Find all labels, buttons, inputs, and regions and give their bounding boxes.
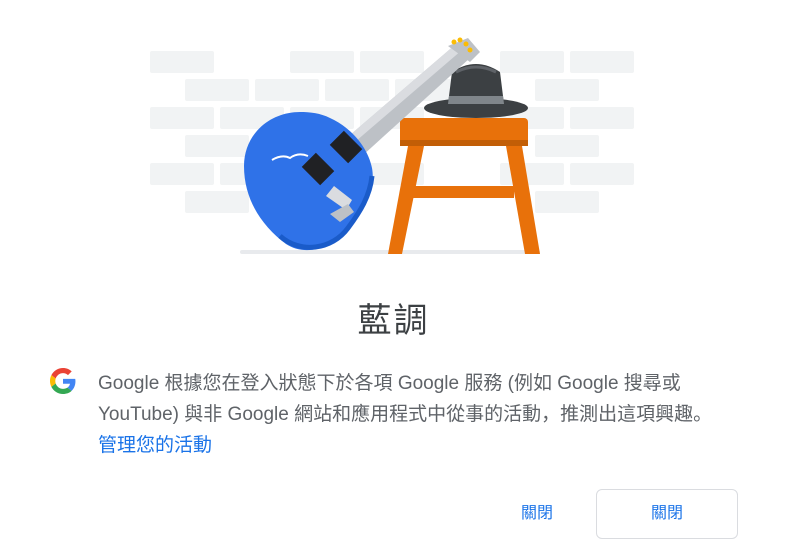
close-text-button[interactable]: 關閉 xyxy=(505,500,569,528)
stool xyxy=(388,118,540,254)
interest-title: 藍調 xyxy=(357,302,430,340)
manage-activity-link[interactable]: 管理您的活動 xyxy=(98,435,212,456)
interest-description: Google 根據您在登入狀態下於各項 Google 服務 (例如 Google… xyxy=(98,368,723,461)
description-text: Google 根據您在登入狀態下於各項 Google 服務 (例如 Google… xyxy=(98,373,713,425)
guitar-stool-hat-illustration xyxy=(150,37,634,254)
google-g-icon xyxy=(50,368,76,394)
hero-illustration xyxy=(0,0,787,275)
brick-wall xyxy=(150,51,634,213)
close-outline-button[interactable]: 關閉 xyxy=(596,489,738,539)
